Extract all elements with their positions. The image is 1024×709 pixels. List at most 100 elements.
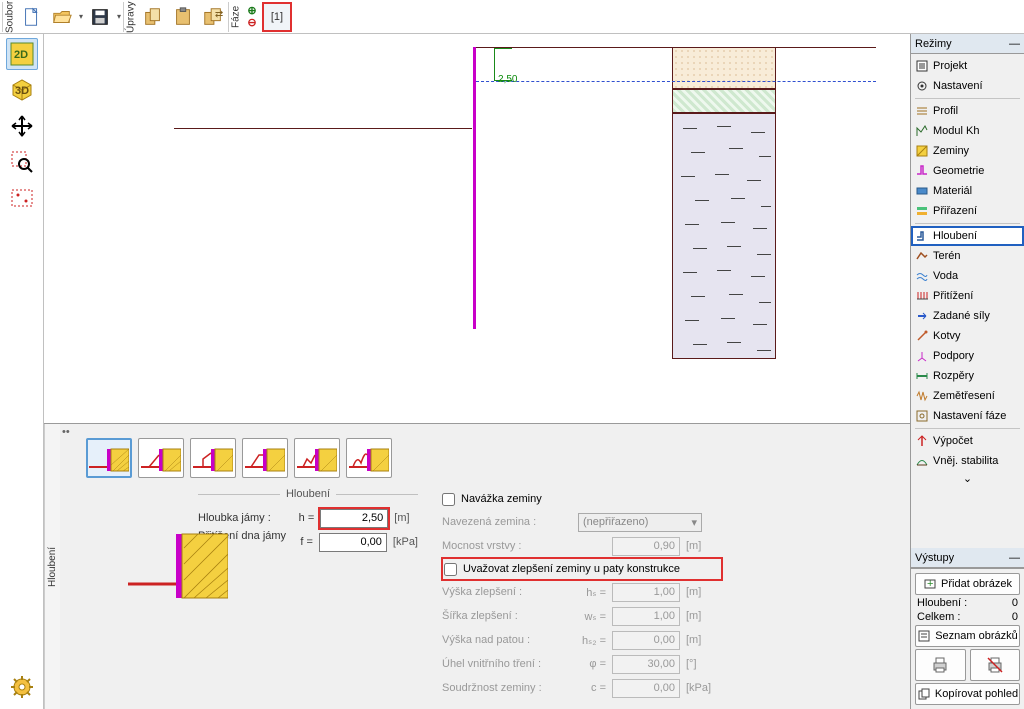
phase-tab: Fáze <box>228 2 243 32</box>
svg-text:3D: 3D <box>15 85 29 97</box>
modes-header: Režimy — <box>911 34 1024 54</box>
imp-c-input <box>612 679 680 698</box>
sidebar-scroll-down[interactable]: ⌄ <box>911 471 1024 485</box>
ground-line-right <box>476 47 876 48</box>
improvement-checkbox[interactable] <box>444 563 457 576</box>
right-sidebar: Režimy — Projekt Nastavení Profil Modul … <box>910 34 1024 709</box>
sidebar-item-material[interactable]: Materiál <box>911 181 1024 201</box>
fill-soil-label: Navezená zemina : <box>442 516 572 528</box>
minimize-icon[interactable]: — <box>1009 38 1020 50</box>
imp-w-input <box>612 607 680 626</box>
depth-input[interactable] <box>320 509 388 528</box>
sidebar-item-settings[interactable]: Nastavení <box>911 76 1024 96</box>
file-tab: Soubor <box>2 2 17 32</box>
dock-handle[interactable]: •• <box>62 426 70 438</box>
shape-preview <box>128 524 228 604</box>
fill-soil-row: Navezená zemina : (nepřiřazeno) <box>442 510 722 534</box>
excavation-guide <box>476 81 876 82</box>
save-button[interactable] <box>86 3 114 31</box>
shape-option-6[interactable] <box>346 438 392 478</box>
print-button-1[interactable] <box>915 649 966 681</box>
outputs-header: Výstupy — <box>911 548 1024 568</box>
fill-thickness-label: Mocnost vrstvy : <box>442 540 572 552</box>
sidebar-item-earthquake[interactable]: Zemětřesení <box>911 386 1024 406</box>
sidebar-item-modul-kh[interactable]: Modul Kh <box>911 121 1024 141</box>
sidebar-item-assignment[interactable]: Přiřazení <box>911 201 1024 221</box>
fill-checkbox-label: Navážka zeminy <box>461 493 542 505</box>
phase-add-remove[interactable]: ⊕⊖ <box>244 2 260 32</box>
shape-picker <box>86 438 902 478</box>
copy-frame-button[interactable] <box>139 3 167 31</box>
2d-view-button[interactable]: 2D <box>6 38 38 70</box>
surcharge-symbol: f = <box>294 536 313 548</box>
group-title: Hloubení <box>198 488 418 500</box>
wall-line <box>473 47 476 329</box>
duplicate-button[interactable]: ⇄ <box>199 3 227 31</box>
pan-button[interactable] <box>6 110 38 142</box>
sidebar-item-ext-stability[interactable]: Vněj. stabilita <box>911 451 1024 471</box>
soil-layer-3 <box>672 113 776 359</box>
surcharge-input[interactable] <box>319 533 387 552</box>
imp-phi-input <box>612 655 680 674</box>
depth-label: Hloubka jámy : <box>198 512 289 524</box>
surcharge-unit: [kPa] <box>393 536 418 548</box>
fill-soil-select: (nepřiřazeno) <box>578 513 702 532</box>
view-toolbar: 2D 3D <box>0 34 44 709</box>
shape-option-3[interactable] <box>190 438 236 478</box>
improvement-checkbox-label: Uvažovat zlepšení zeminy u paty konstruk… <box>463 563 680 575</box>
print-button-2[interactable] <box>970 649 1021 681</box>
sidebar-item-forces[interactable]: Zadané síly <box>911 306 1024 326</box>
shape-option-2[interactable] <box>138 438 184 478</box>
svg-text:+: + <box>927 578 933 590</box>
stat-hloubeni: Hloubení :0 <box>915 597 1020 609</box>
sidebar-item-supports[interactable]: Podpory <box>911 346 1024 366</box>
shape-option-5[interactable] <box>294 438 340 478</box>
soil-layer-2 <box>672 89 776 113</box>
phase-1-button[interactable]: [1] <box>262 2 292 32</box>
shape-option-1[interactable] <box>86 438 132 478</box>
sidebar-item-water[interactable]: Voda <box>911 266 1024 286</box>
sidebar-item-excavation[interactable]: Hloubení <box>911 226 1024 246</box>
sidebar-item-project[interactable]: Projekt <box>911 56 1024 76</box>
sidebar-item-soils[interactable]: Zeminy <box>911 141 1024 161</box>
sidebar-item-analysis[interactable]: Výpočet <box>911 431 1024 451</box>
soil-layer-1 <box>672 47 776 89</box>
settings-button[interactable] <box>6 671 38 703</box>
add-image-button[interactable]: + Přidat obrázek <box>915 573 1020 595</box>
save-menu[interactable] <box>115 3 123 31</box>
fit-view-button[interactable] <box>6 182 38 214</box>
depth-row: Hloubka jámy : h = [m] <box>198 506 418 530</box>
depth-symbol: h = <box>295 512 315 524</box>
dimension-label: 2,50 <box>498 74 517 85</box>
surcharge-row: Přitížení dna jámy : f = [kPa] <box>198 530 418 554</box>
open-file-menu[interactable] <box>77 3 85 31</box>
sidebar-item-terrain[interactable]: Terén <box>911 246 1024 266</box>
stat-total: Celkem :0 <box>915 611 1020 623</box>
copy-view-button[interactable]: Kopírovat pohled <box>915 683 1020 705</box>
edit-tab: Úpravy <box>123 2 138 32</box>
sidebar-item-anchors[interactable]: Kotvy <box>911 326 1024 346</box>
sidebar-item-surcharge[interactable]: Přitížení <box>911 286 1024 306</box>
svg-text:2D: 2D <box>14 49 28 61</box>
fill-checkbox[interactable] <box>442 493 455 506</box>
bottom-panel-tab: Hloubení <box>44 424 60 709</box>
ground-line-left <box>174 128 472 129</box>
image-list-button[interactable]: Seznam obrázků <box>915 625 1020 647</box>
new-file-button[interactable] <box>18 3 46 31</box>
outputs-minimize-icon[interactable]: — <box>1009 552 1020 564</box>
zoom-button[interactable] <box>6 146 38 178</box>
open-file-button[interactable] <box>48 3 76 31</box>
sidebar-item-geometry[interactable]: Geometrie <box>911 161 1024 181</box>
canvas-area[interactable]: 2,50 <box>44 34 910 423</box>
shape-option-4[interactable] <box>242 438 288 478</box>
top-toolbar: Soubor Úpravy ⇄ Fáze ⊕⊖ [1] <box>0 0 1024 34</box>
sidebar-item-struts[interactable]: Rozpěry <box>911 366 1024 386</box>
fill-thickness-row: Mocnost vrstvy : [m] <box>442 534 722 558</box>
sidebar-item-stage-settings[interactable]: Nastavení fáze <box>911 406 1024 426</box>
3d-view-button[interactable]: 3D <box>6 74 38 106</box>
sidebar-item-profile[interactable]: Profil <box>911 101 1024 121</box>
paste-button[interactable] <box>169 3 197 31</box>
fill-thickness-input <box>612 537 680 556</box>
bottom-panel: Hloubení •• <box>44 423 910 709</box>
fill-checkbox-row: Navážka zeminy <box>442 488 722 510</box>
